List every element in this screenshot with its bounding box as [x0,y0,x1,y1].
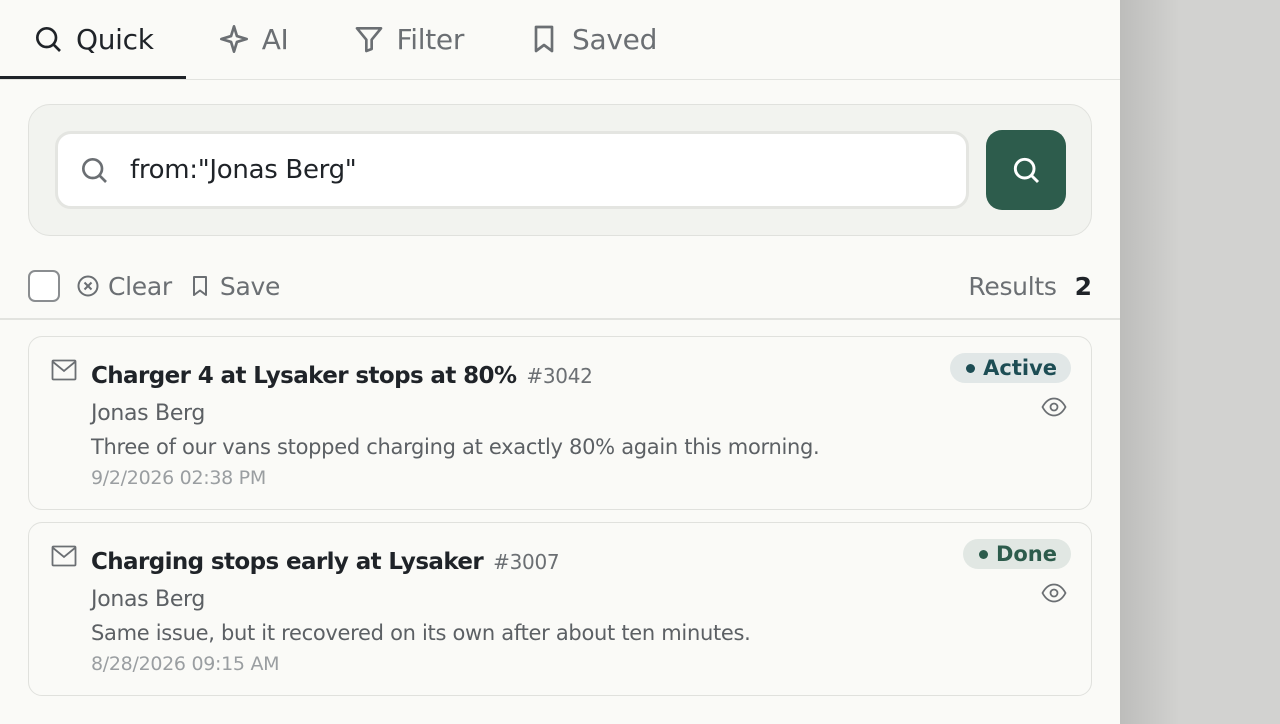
message-number: #3007 [493,550,560,574]
status-label: Active [983,356,1057,380]
search-input[interactable] [130,155,950,185]
status-badge: Active [950,353,1071,383]
search-icon [36,27,61,52]
message-title: Charger 4 at Lysaker stops at 80% [91,363,517,389]
mail-icon [51,359,77,381]
filter-icon [355,27,382,53]
tab-filter[interactable]: Filter [321,0,497,78]
mail-icon [51,545,77,567]
tab-quick[interactable]: Quick [0,0,186,79]
bookmark-icon [192,276,207,296]
message-title-row: Charging stops early at Lysaker #3007 [91,549,560,575]
message-card[interactable]: Charging stops early at Lysaker #3007 Jo… [28,522,1092,696]
search-box [28,104,1092,236]
message-sender: Jonas Berg [91,401,206,426]
tab-ai[interactable]: AI [186,0,321,78]
save-label: Save [219,271,281,301]
eye-icon[interactable] [1041,583,1067,603]
tab-label: Filter [396,22,465,56]
tab-label: Quick [76,22,154,56]
message-sender: Jonas Berg [91,587,206,612]
search-panel: Quick AI Filter Saved Clear [0,0,1120,724]
tab-saved[interactable]: Saved [496,0,689,78]
message-snippet: Same issue, but it recovered on its own … [91,621,751,645]
tab-label: Saved [572,22,658,56]
status-dot [978,549,988,559]
status-dot [966,363,976,373]
results-count: Results 2 [968,272,1092,301]
status-badge: Done [962,539,1071,569]
message-snippet: Three of our vans stopped charging at ex… [91,435,820,459]
message-title: Charging stops early at Lysaker [91,549,484,575]
results-toolbar: Clear Save Results 2 [28,264,1092,308]
message-number: #3042 [526,364,593,388]
sparkle-icon [219,25,248,53]
search-icon [82,158,107,183]
search-icon [1013,157,1040,184]
tab-label: AI [261,22,289,56]
divider [0,318,1120,320]
results-number: 2 [1074,271,1092,301]
search-field[interactable] [55,131,969,209]
message-date: 9/2/2026 02:38 PM [91,467,266,489]
message-card[interactable]: Charger 4 at Lysaker stops at 80% #3042 … [28,336,1092,510]
select-all-checkbox[interactable] [28,270,60,302]
message-date: 8/28/2026 09:15 AM [91,653,280,675]
clear-label: Clear [108,271,172,301]
results-label: Results [968,271,1057,301]
bookmark-icon [534,25,554,53]
overlay-shadow [1120,0,1180,724]
tab-bar: Quick AI Filter Saved [0,0,1120,80]
message-title-row: Charger 4 at Lysaker stops at 80% #3042 [91,363,593,389]
eye-icon[interactable] [1041,397,1067,417]
clear-circle-icon [77,275,99,297]
search-button[interactable] [986,130,1066,210]
save-search-button[interactable]: Save [188,272,280,301]
clear-button[interactable]: Clear [76,272,172,301]
status-label: Done [995,542,1057,566]
